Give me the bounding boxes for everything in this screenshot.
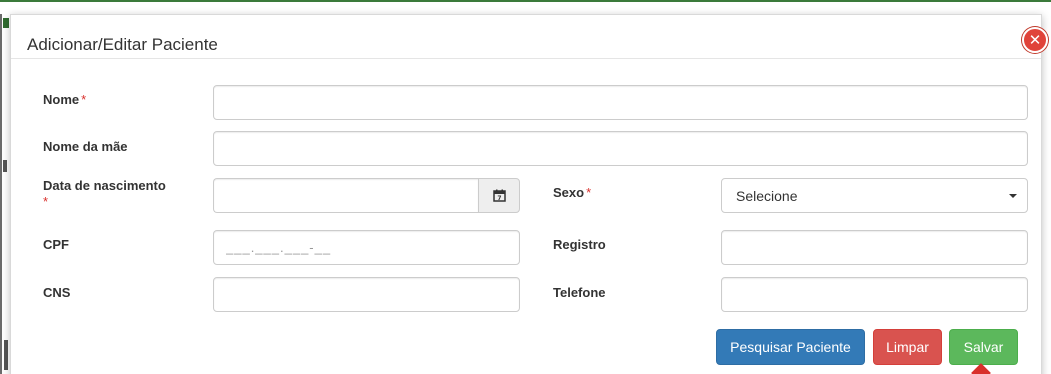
clear-button[interactable]: Limpar (873, 329, 942, 365)
cns-input[interactable] (213, 277, 520, 312)
background-window-edge (0, 14, 8, 374)
telefone-label: Telefone (553, 285, 606, 300)
screen: Adicionar/Editar Paciente ✕ Nome * Nome d… (0, 0, 1051, 374)
nome-label-text: Nome (43, 92, 80, 107)
calendar-icon: 7 (492, 189, 506, 202)
sexo-label: Sexo * (553, 185, 591, 200)
registro-label: Registro (553, 237, 606, 252)
nome-mae-input[interactable] (213, 131, 1028, 166)
modal-title: Adicionar/Editar Paciente (27, 35, 218, 54)
cns-label: CNS (43, 285, 71, 300)
sexo-label-text: Sexo (553, 185, 585, 200)
data-nascimento-input[interactable] (213, 178, 478, 213)
data-nascimento-label: Data de nascimento * (43, 178, 183, 210)
svg-text:7: 7 (497, 195, 501, 202)
nome-label: Nome * (43, 92, 86, 107)
calendar-button[interactable]: 7 (478, 178, 520, 213)
patient-modal: Adicionar/Editar Paciente ✕ Nome * Nome d… (10, 14, 1048, 374)
search-patient-button[interactable]: Pesquisar Paciente (716, 329, 865, 365)
data-nascimento-label-text: Data de nascimento (43, 178, 166, 193)
required-mark: * (81, 92, 87, 107)
sexo-selected-value: Selecione (736, 187, 798, 204)
background-window-top (0, 0, 1051, 12)
modal-header: Adicionar/Editar Paciente (11, 15, 1041, 59)
data-nascimento-group: 7 (213, 178, 520, 213)
sexo-select[interactable]: Selecione (721, 178, 1028, 213)
required-mark: * (43, 194, 49, 209)
cpf-input[interactable] (213, 230, 520, 265)
nome-input[interactable] (213, 85, 1028, 120)
telefone-input[interactable] (721, 277, 1028, 312)
cpf-label: CPF (43, 237, 69, 252)
registro-input[interactable] (721, 230, 1028, 265)
save-button[interactable]: Salvar (949, 329, 1018, 365)
chevron-down-icon (1009, 193, 1017, 198)
background-mark (4, 340, 8, 370)
nome-mae-label: Nome da mãe (43, 139, 128, 154)
background-mark (3, 18, 9, 28)
required-mark: * (586, 185, 592, 200)
close-icon[interactable]: ✕ (1022, 27, 1048, 53)
background-mark (3, 160, 7, 172)
